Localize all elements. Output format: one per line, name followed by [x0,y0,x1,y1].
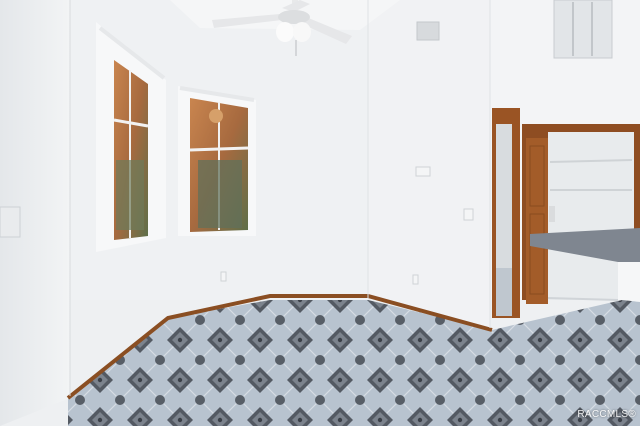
thermostat [415,166,431,177]
window-center [178,86,256,236]
air-vent-upper-right [553,0,613,59]
room-illustration [0,0,640,426]
mls-watermark: RACCMLS® [577,409,636,420]
air-vent [416,21,440,41]
room-photo: RACCMLS® [0,0,640,426]
doorway [492,108,520,318]
right-wall [368,0,490,328]
outlet-right [412,274,419,285]
light-switch-right [463,208,474,221]
outlet-center [220,271,227,282]
light-switch-left [0,206,21,238]
